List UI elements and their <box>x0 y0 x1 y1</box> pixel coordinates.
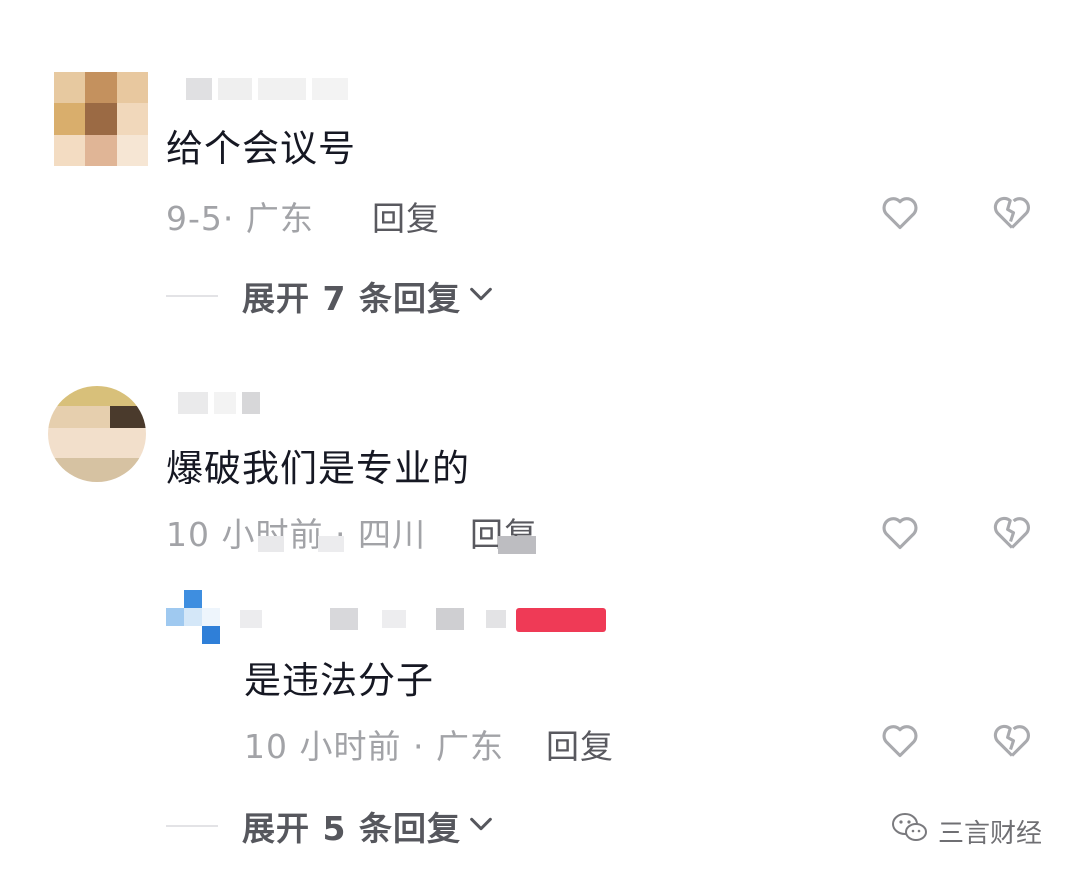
reply-meta: 10 小时前 · 广东 <box>244 727 504 766</box>
comment-text: 爆破我们是专业的 <box>166 447 470 490</box>
broken-heart-icon[interactable] <box>990 718 1034 762</box>
comment-meta: 10 小时前 · 四川 <box>166 515 426 554</box>
broken-heart-icon[interactable] <box>990 190 1034 234</box>
expand-replies-button[interactable]: 展开 7 条回复 <box>166 272 495 320</box>
heart-outline-icon[interactable] <box>878 510 922 554</box>
blur-patch <box>258 536 284 552</box>
blur-patch <box>498 536 536 554</box>
avatar[interactable] <box>166 590 222 646</box>
expand-replies-label: 展开 7 条回复 <box>242 279 461 318</box>
reply-button[interactable]: 回复 <box>372 192 440 240</box>
divider <box>166 825 218 827</box>
expand-replies-button[interactable]: 展开 5 条回复 <box>166 802 495 850</box>
username[interactable] <box>178 386 260 420</box>
reply-button[interactable]: 回复 <box>546 720 614 768</box>
chevron-down-icon <box>467 280 495 312</box>
chevron-down-icon <box>467 810 495 842</box>
wechat-icon <box>890 810 930 853</box>
username[interactable] <box>186 72 348 106</box>
comment-text: 给个会议号 <box>166 127 356 170</box>
comment-meta: 9-5· 广东 <box>166 199 314 238</box>
heart-outline-icon[interactable] <box>878 718 922 762</box>
divider <box>166 295 218 297</box>
avatar[interactable] <box>48 386 146 482</box>
heart-outline-icon[interactable] <box>878 190 922 234</box>
expand-replies-label: 展开 5 条回复 <box>242 809 461 848</box>
username[interactable] <box>240 606 620 634</box>
watermark-text: 三言财经 <box>938 819 1043 849</box>
reply-text: 是违法分子 <box>244 659 434 702</box>
avatar[interactable] <box>54 72 148 166</box>
author-tag <box>516 608 606 632</box>
broken-heart-icon[interactable] <box>990 510 1034 554</box>
watermark: 三言财经 <box>890 810 1042 853</box>
blur-patch <box>318 536 344 552</box>
